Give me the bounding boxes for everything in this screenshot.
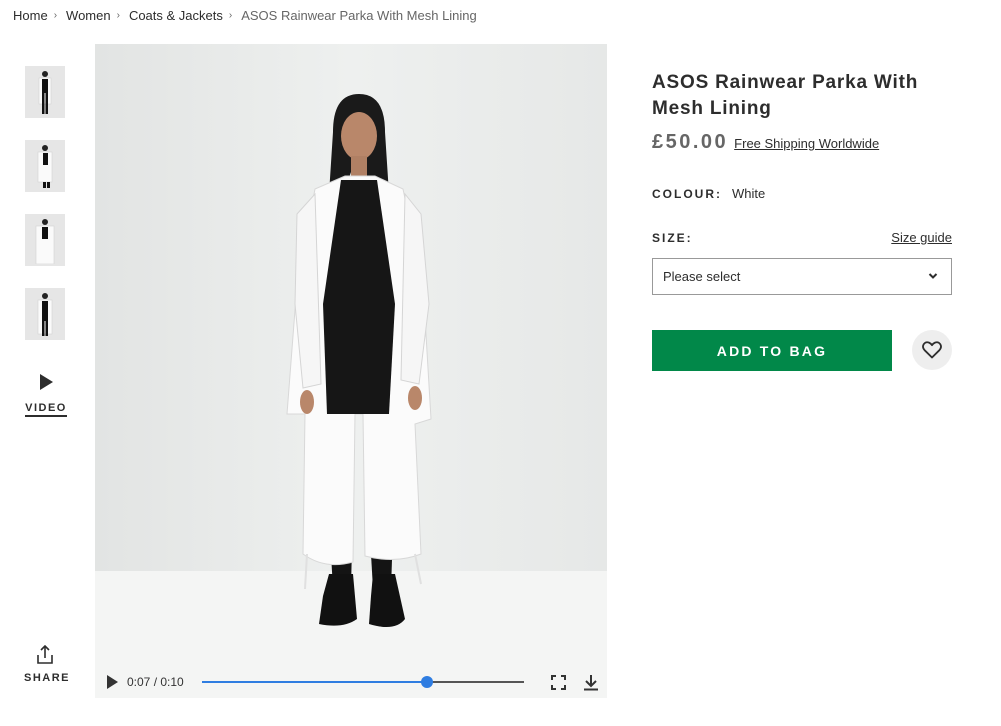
breadcrumb-home[interactable]: Home	[13, 8, 48, 23]
thumbnail-figure	[35, 219, 55, 264]
thumbnail-2[interactable]	[25, 140, 65, 192]
thumbnail-3[interactable]	[25, 214, 65, 266]
video-label: VIDEO	[25, 402, 67, 417]
video-time: 0:07 / 0:10	[127, 675, 184, 689]
video-progress-handle[interactable]	[421, 676, 434, 688]
breadcrumb-separator: ›	[53, 9, 58, 21]
colour-row: COLOUR: White	[652, 186, 765, 201]
product-title: ASOS Rainwear Parka With Mesh Lining	[652, 72, 919, 119]
product-model-image	[286, 94, 432, 628]
size-select[interactable]: Please select	[652, 258, 952, 295]
video-player[interactable]: 0:07 / 0:10	[95, 44, 607, 698]
video-controls: 0:07 / 0:10	[95, 666, 607, 698]
size-label: SIZE:	[652, 231, 693, 245]
video-button[interactable]: VIDEO	[25, 374, 67, 417]
share-button[interactable]: SHARE	[24, 644, 71, 684]
price-row: £50.00 Free Shipping Worldwide	[652, 131, 879, 154]
play-icon[interactable]	[107, 675, 118, 689]
colour-label: COLOUR:	[652, 187, 722, 201]
thumbnail-list	[25, 66, 65, 362]
add-to-bag-button[interactable]: ADD TO BAG	[652, 330, 892, 371]
fullscreen-icon[interactable]	[551, 675, 566, 690]
breadcrumb-current: ASOS Rainwear Parka With Mesh Lining	[241, 7, 477, 23]
thumbnail-1[interactable]	[25, 66, 65, 118]
play-icon	[39, 374, 53, 390]
breadcrumb-separator: ›	[116, 9, 120, 21]
shipping-link[interactable]: Free Shipping Worldwide	[734, 136, 879, 151]
share-icon	[37, 644, 53, 664]
size-select-value: Please select	[663, 269, 741, 284]
thumbnail-figure	[37, 145, 53, 188]
video-progress-fill	[201, 681, 428, 683]
colour-value: White	[732, 186, 766, 201]
chevron-down-icon	[928, 273, 938, 279]
thumbnail-4[interactable]	[25, 288, 65, 340]
thumbnail-figure	[37, 293, 53, 336]
heart-icon	[922, 341, 942, 359]
breadcrumb-women[interactable]: Women	[66, 8, 111, 23]
product-price: £50.00	[652, 131, 729, 153]
breadcrumb: Home › Women › Coats & Jackets › ASOS Ra…	[13, 7, 477, 23]
download-icon[interactable]	[583, 674, 599, 691]
size-guide-link[interactable]: Size guide	[891, 230, 952, 245]
save-for-later-button[interactable]	[912, 330, 952, 370]
breadcrumb-coats-jackets[interactable]: Coats & Jackets	[129, 8, 223, 23]
video-progress-bar[interactable]	[201, 676, 524, 688]
breadcrumb-separator: ›	[228, 9, 233, 21]
thumbnail-figure	[38, 71, 52, 114]
share-label: SHARE	[24, 672, 71, 684]
